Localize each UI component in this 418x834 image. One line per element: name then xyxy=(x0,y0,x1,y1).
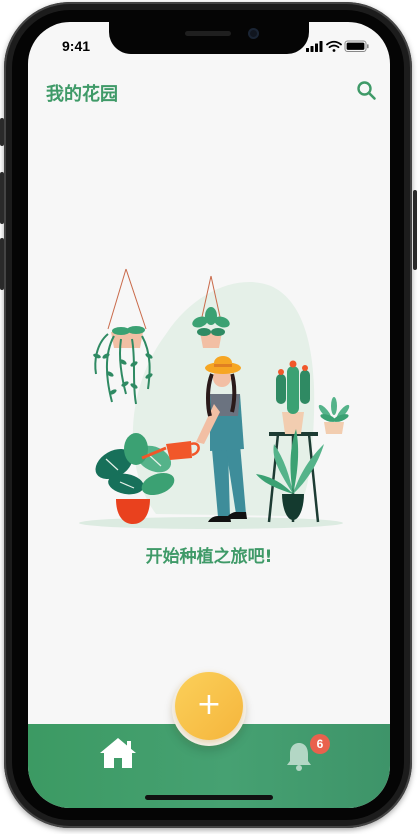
search-icon[interactable] xyxy=(354,78,378,102)
volume-down-button xyxy=(0,238,4,290)
notification-badge: 6 xyxy=(310,734,330,754)
empty-state-message: 开始种植之旅吧! xyxy=(145,547,273,567)
gardening-illustration xyxy=(79,268,350,529)
page-title: 我的花园 xyxy=(46,84,118,105)
status-time: 9:41 xyxy=(62,38,91,54)
mute-switch xyxy=(0,118,4,146)
status-icons xyxy=(306,40,369,52)
earpiece-speaker xyxy=(185,31,231,36)
signal-icon xyxy=(306,41,323,52)
wifi-icon xyxy=(326,40,342,52)
home-indicator xyxy=(145,795,273,800)
app-screen: 9:41 我的花园 开始种植之旅吧! 6 + xyxy=(28,22,390,808)
add-plant-button[interactable]: + xyxy=(175,672,243,740)
volume-up-button xyxy=(0,172,4,224)
battery-icon xyxy=(344,40,369,52)
home-icon[interactable] xyxy=(98,736,138,770)
small-plant-pot xyxy=(318,397,350,434)
front-camera xyxy=(248,28,259,39)
notch xyxy=(109,22,309,54)
power-button xyxy=(413,190,417,270)
